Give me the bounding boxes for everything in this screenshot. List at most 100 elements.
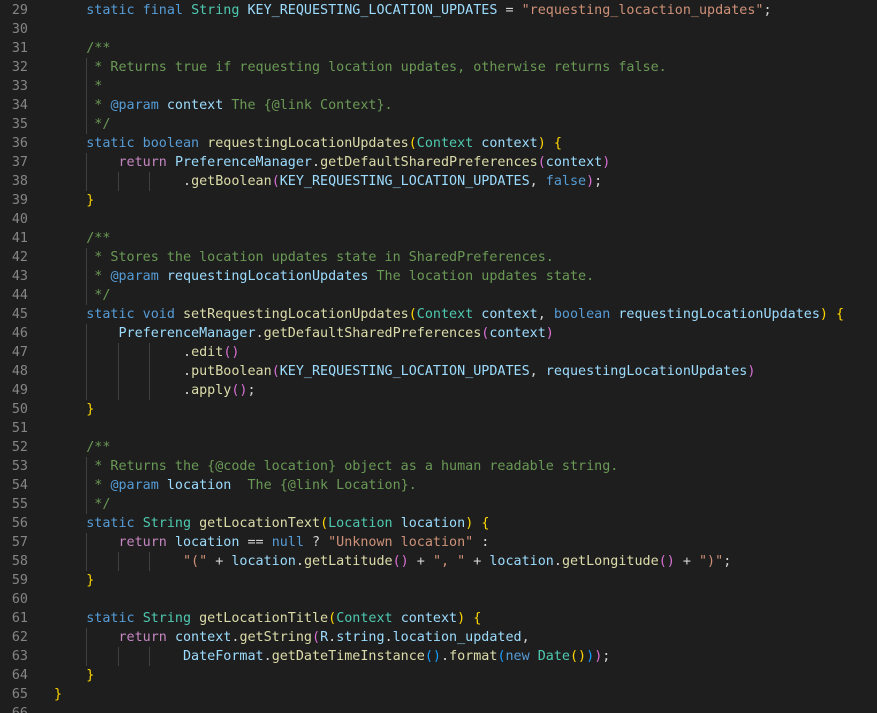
code-line[interactable]: 31 /** — [0, 39, 877, 58]
code-token: requestingLocationUpdates — [207, 136, 409, 151]
code-line[interactable]: 37 return PreferenceManager.getDefaultSh… — [0, 153, 877, 172]
code-line[interactable]: 39 } — [0, 191, 877, 210]
code-token: } — [86, 668, 95, 683]
code-line[interactable]: 41 /** — [0, 229, 877, 248]
code-token: PreferenceManager — [118, 326, 256, 341]
code-line[interactable]: 53 * Returns the {@code location} object… — [0, 457, 877, 476]
code-line[interactable]: 33 * — [0, 77, 877, 96]
code-token: @param — [110, 98, 159, 113]
code-line[interactable]: 46 PreferenceManager.getDefaultSharedPre… — [0, 324, 877, 343]
code-line[interactable]: 54 * @param location The {@link Location… — [0, 476, 877, 495]
line-number: 41 — [11, 231, 28, 246]
code-token: static — [86, 516, 135, 531]
code-line[interactable]: 61 static String getLocationTitle(Contex… — [0, 609, 877, 628]
code-token: getDefaultSharedPreferences — [320, 155, 538, 170]
code-token: Location — [328, 516, 393, 531]
line-number: 44 — [11, 288, 28, 303]
code-line[interactable]: 59 } — [0, 571, 877, 590]
code-line[interactable]: 64 } — [0, 666, 877, 685]
code-token: . — [255, 326, 264, 341]
code-token: * — [86, 478, 111, 493]
line-number: 52 — [11, 440, 28, 455]
code-token: . — [295, 554, 304, 569]
code-line[interactable]: 52 /** — [0, 438, 877, 457]
code-token: ")" — [699, 554, 724, 569]
line-number: 65 — [11, 687, 28, 702]
code-line[interactable]: 56 static String getLocationText(Locatio… — [0, 514, 877, 533]
code-token: ( — [312, 630, 321, 645]
code-text: .apply(); — [54, 381, 256, 400]
code-token: ( — [408, 136, 417, 151]
code-token: return — [118, 630, 167, 645]
code-token: */ — [86, 288, 111, 303]
code-line[interactable]: 38 .getBoolean(KEY_REQUESTING_LOCATION_U… — [0, 172, 877, 191]
line-number: 45 — [11, 307, 28, 322]
code-line[interactable]: 32 * Returns true if requesting location… — [0, 58, 877, 77]
code-line[interactable]: 29 static final String KEY_REQUESTING_LO… — [0, 1, 877, 20]
code-line[interactable]: 44 */ — [0, 286, 877, 305]
code-line[interactable]: 42 * Stores the location updates state i… — [0, 248, 877, 267]
code-line[interactable]: 62 return context.getString(R.string.loc… — [0, 628, 877, 647]
code-line[interactable]: 49 .apply(); — [0, 381, 877, 400]
code-token: requestingLocationUpdates — [166, 269, 369, 284]
line-number: 50 — [11, 402, 28, 417]
code-token: @param — [110, 269, 159, 284]
code-token: return — [118, 155, 167, 170]
line-number: 30 — [11, 22, 28, 37]
code-line[interactable]: 35 */ — [0, 115, 877, 134]
code-token: PreferenceManager — [174, 155, 312, 170]
line-number: 56 — [11, 516, 28, 531]
line-number: 29 — [11, 3, 28, 18]
code-line[interactable]: 40 — [0, 210, 877, 229]
code-token: { — [553, 136, 562, 151]
code-token: requestingLocationUpdates — [618, 307, 820, 322]
code-line[interactable]: 47 .edit() — [0, 343, 877, 362]
code-text: .putBoolean(KEY_REQUESTING_LOCATION_UPDA… — [54, 362, 755, 381]
code-line[interactable]: 51 — [0, 419, 877, 438]
code-line[interactable]: 50 } — [0, 400, 877, 419]
code-line[interactable]: 48 .putBoolean(KEY_REQUESTING_LOCATION_U… — [0, 362, 877, 381]
code-line[interactable]: 65} — [0, 685, 877, 704]
code-line[interactable]: 66 — [0, 704, 877, 713]
code-text: /** — [54, 39, 110, 58]
code-line[interactable]: 34 * @param context The {@link Context}. — [0, 96, 877, 115]
code-token: . — [328, 630, 337, 645]
code-token: context — [400, 611, 458, 626]
code-token: */ — [86, 117, 111, 132]
code-token: DateFormat — [183, 649, 264, 664]
line-number: 34 — [11, 98, 28, 113]
code-token: ( — [537, 155, 546, 170]
code-line[interactable]: 55 */ — [0, 495, 877, 514]
code-line[interactable]: 43 * @param requestingLocationUpdates Th… — [0, 267, 877, 286]
code-line[interactable]: 60 — [0, 590, 877, 609]
code-token: + — [674, 554, 699, 569]
code-text: * Returns true if requesting location up… — [54, 58, 666, 77]
code-line[interactable]: 63 DateFormat.getDateTimeInstance().form… — [0, 647, 877, 666]
code-line[interactable]: 45 static void setRequestingLocationUpda… — [0, 305, 877, 324]
code-token: static void — [86, 307, 175, 322]
code-editor[interactable]: 29 static final String KEY_REQUESTING_LO… — [0, 0, 877, 713]
code-line[interactable]: 57 return location == null ? "Unknown lo… — [0, 533, 877, 552]
code-line[interactable]: 36 static boolean requestingLocationUpda… — [0, 134, 877, 153]
code-line[interactable]: 30 — [0, 20, 877, 39]
code-token: ) — [747, 364, 756, 379]
code-line[interactable]: 58 "(" + location.getLatitude() + ", " +… — [0, 552, 877, 571]
code-token: The {@link Context}. — [223, 98, 393, 113]
code-token: location — [400, 516, 466, 531]
